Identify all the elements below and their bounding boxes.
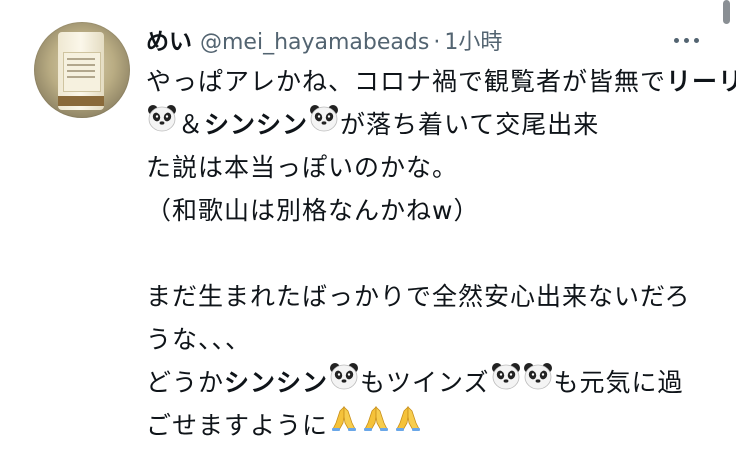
tweet-text-line: まだ生まれたばっかりで全然安心出来ないだろ [146,282,691,311]
timestamp[interactable]: 1小時 [444,30,502,55]
folded-hands-icon [361,403,391,446]
tweet-text-line: た説は本当っぽいのかな。 [146,153,459,182]
bold-name-shinshin: シンシン [204,110,309,139]
tweet-text-line: ごせますように [146,411,329,440]
tweet-header: めい @mei_hayamabeads · 1小時 [146,22,502,58]
more-options-icon[interactable] [668,30,704,50]
tweet-text-line: （和歌山は別格なんかねw） [146,196,480,225]
display-name[interactable]: めい [146,29,192,55]
panda-face-icon [329,360,359,403]
scrollbar[interactable] [723,0,730,24]
tweet-text-line: が落ち着いて交尾出来 [340,110,600,139]
tweet-card[interactable]: めい @mei_hayamabeads · 1小時 やっぱアレかね、コロナ禍で観覧者が… [0,0,736,440]
tweet-text-line: どうか [146,368,225,397]
panda-face-icon [147,102,177,145]
tweet-text-line: も元気に過 [553,368,684,397]
panda-face-icon [309,102,339,145]
panda-face-icon [523,360,553,403]
separator-dot: · [433,30,441,55]
folded-hands-icon [329,403,359,446]
avatar[interactable] [34,22,130,118]
tweet-text-line: もツインズ [360,368,490,397]
bold-name-riri: リーリー [666,67,736,96]
tweet-text-line: やっぱアレかね、コロナ禍で観覧者が皆無で [146,67,667,96]
folded-hands-icon [393,403,423,446]
panda-face-icon [491,360,521,403]
bold-name-shinshin: シンシン [224,368,329,397]
user-handle[interactable]: @mei_hayamabeads [200,30,429,55]
tweet-text-line: うな、、、 [146,325,252,354]
tweet-text: やっぱアレかね、コロナ禍で観覧者が皆無でリーリー ＆シンシンが落ち着いて交尾出来… [146,60,736,447]
ampersand: ＆ [178,110,205,139]
